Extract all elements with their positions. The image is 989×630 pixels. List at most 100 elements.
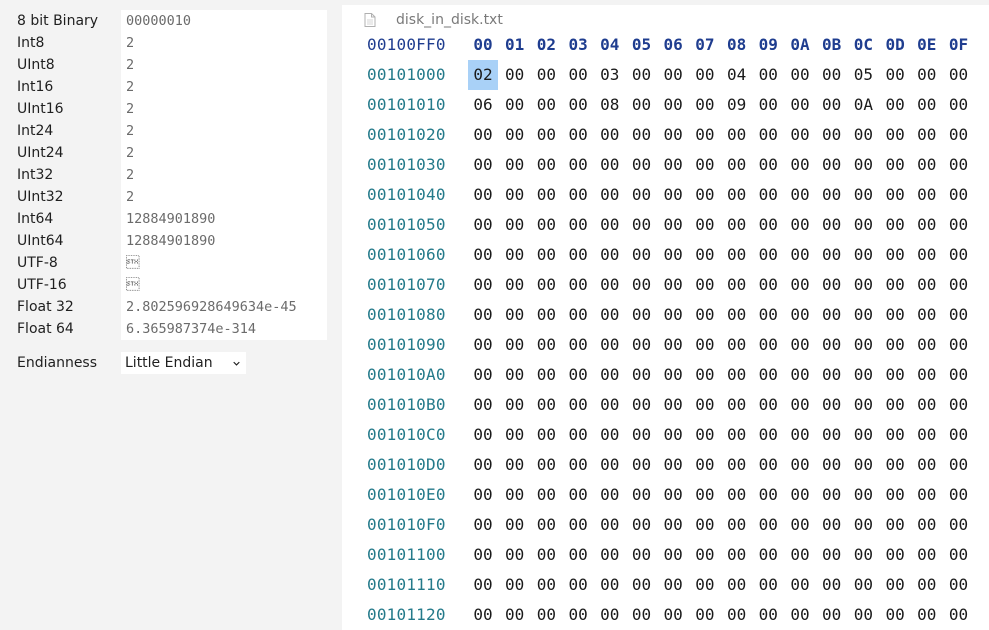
hex-byte[interactable]: 00 (531, 60, 561, 90)
hex-byte[interactable]: 00 (912, 360, 942, 390)
hex-byte[interactable]: 00 (817, 480, 847, 510)
hex-byte[interactable]: 00 (658, 90, 688, 120)
hex-byte[interactable]: 00 (690, 90, 720, 120)
hex-byte[interactable]: 00 (722, 330, 752, 360)
hex-byte[interactable]: 00 (627, 210, 657, 240)
hex-byte[interactable]: 00 (880, 120, 910, 150)
hex-byte[interactable]: 00 (658, 540, 688, 570)
hex-byte[interactable]: 00 (753, 300, 783, 330)
hex-byte[interactable]: 00 (785, 120, 815, 150)
hex-byte[interactable]: 00 (595, 330, 625, 360)
hex-byte[interactable]: 00 (944, 480, 974, 510)
hex-byte[interactable]: 00 (785, 90, 815, 120)
endianness-select[interactable]: Little Endian (121, 352, 246, 374)
hex-byte[interactable]: 00 (722, 360, 752, 390)
hex-byte[interactable]: 00 (722, 600, 752, 630)
hex-byte[interactable]: 00 (753, 390, 783, 420)
hex-byte[interactable]: 00 (722, 270, 752, 300)
hex-byte[interactable]: 00 (500, 420, 530, 450)
hex-byte[interactable]: 00 (912, 270, 942, 300)
inspector-value[interactable]: 2.802596928649634e-45 (121, 296, 327, 318)
hex-byte[interactable]: 00 (817, 360, 847, 390)
hex-byte[interactable]: 00 (944, 240, 974, 270)
hex-byte[interactable]: 00 (880, 450, 910, 480)
hex-byte[interactable]: 00 (531, 510, 561, 540)
hex-byte[interactable]: 00 (912, 570, 942, 600)
hex-byte[interactable]: 00 (627, 360, 657, 390)
hex-byte[interactable]: 00 (753, 120, 783, 150)
hex-byte[interactable]: 00 (785, 420, 815, 450)
hex-byte[interactable]: 00 (817, 270, 847, 300)
hex-byte[interactable]: 00 (500, 270, 530, 300)
hex-byte[interactable]: 00 (658, 600, 688, 630)
hex-byte[interactable]: 00 (658, 570, 688, 600)
hex-byte[interactable]: 00 (785, 240, 815, 270)
hex-byte[interactable]: 00 (848, 360, 878, 390)
hex-byte[interactable]: 0A (848, 90, 878, 120)
hex-byte[interactable]: 00 (848, 180, 878, 210)
hex-byte[interactable]: 00 (595, 210, 625, 240)
hex-byte[interactable]: 00 (753, 360, 783, 390)
hex-byte[interactable]: 00 (563, 600, 593, 630)
hex-byte[interactable]: 00 (848, 450, 878, 480)
hex-byte[interactable]: 00 (500, 570, 530, 600)
hex-byte[interactable]: 00 (912, 600, 942, 630)
hex-byte[interactable]: 00 (500, 540, 530, 570)
hex-byte[interactable]: 00 (563, 510, 593, 540)
hex-byte[interactable]: 00 (880, 540, 910, 570)
hex-byte[interactable]: 00 (658, 360, 688, 390)
hex-byte[interactable]: 00 (912, 540, 942, 570)
hex-byte[interactable]: 00 (468, 510, 498, 540)
hex-byte[interactable]: 00 (595, 390, 625, 420)
hex-byte[interactable]: 00 (848, 510, 878, 540)
hex-byte[interactable]: 00 (722, 540, 752, 570)
hex-byte[interactable]: 00 (658, 210, 688, 240)
hex-byte[interactable]: 00 (468, 480, 498, 510)
hex-byte[interactable]: 00 (563, 360, 593, 390)
hex-byte[interactable]: 00 (912, 480, 942, 510)
hex-byte[interactable]: 00 (468, 120, 498, 150)
hex-byte[interactable]: 00 (785, 180, 815, 210)
hex-byte[interactable]: 00 (722, 180, 752, 210)
hex-byte[interactable]: 00 (880, 210, 910, 240)
hex-byte[interactable]: 00 (531, 150, 561, 180)
hex-byte[interactable]: 02 (468, 60, 498, 90)
hex-byte[interactable]: 00 (817, 300, 847, 330)
hex-byte[interactable]: 00 (658, 240, 688, 270)
hex-byte[interactable]: 00 (627, 390, 657, 420)
hex-byte[interactable]: 00 (912, 330, 942, 360)
hex-byte[interactable]: 00 (880, 180, 910, 210)
hex-byte[interactable]: 00 (880, 270, 910, 300)
hex-byte[interactable]: 00 (880, 240, 910, 270)
hex-byte[interactable]: 00 (785, 540, 815, 570)
hex-byte[interactable]: 00 (531, 300, 561, 330)
hex-byte[interactable]: 00 (944, 390, 974, 420)
hex-byte[interactable]: 00 (880, 480, 910, 510)
hex-byte[interactable]: 00 (944, 210, 974, 240)
hex-byte[interactable]: 00 (690, 540, 720, 570)
hex-byte[interactable]: 00 (658, 60, 688, 90)
hex-byte[interactable]: 00 (690, 120, 720, 150)
hex-byte[interactable]: 00 (500, 300, 530, 330)
hex-byte[interactable]: 00 (690, 360, 720, 390)
hex-byte[interactable]: 00 (848, 120, 878, 150)
hex-byte[interactable]: 00 (468, 600, 498, 630)
hex-byte[interactable]: 00 (563, 540, 593, 570)
hex-byte[interactable]: 00 (468, 270, 498, 300)
hex-byte[interactable]: 00 (785, 480, 815, 510)
hex-byte[interactable]: 00 (880, 510, 910, 540)
hex-byte[interactable]: 00 (753, 270, 783, 300)
hex-byte[interactable]: 00 (468, 450, 498, 480)
hex-byte[interactable]: 00 (722, 120, 752, 150)
hex-byte[interactable]: 00 (563, 300, 593, 330)
hex-byte[interactable]: 00 (563, 570, 593, 600)
hex-byte[interactable]: 00 (500, 360, 530, 390)
hex-byte[interactable]: 00 (912, 90, 942, 120)
hex-byte[interactable]: 00 (785, 330, 815, 360)
hex-byte[interactable]: 00 (944, 510, 974, 540)
inspector-value[interactable]: 12884901890 (121, 208, 327, 230)
hex-byte[interactable]: 00 (912, 420, 942, 450)
hex-byte[interactable]: 00 (627, 300, 657, 330)
hex-byte[interactable]: 00 (690, 210, 720, 240)
hex-byte[interactable]: 00 (595, 450, 625, 480)
